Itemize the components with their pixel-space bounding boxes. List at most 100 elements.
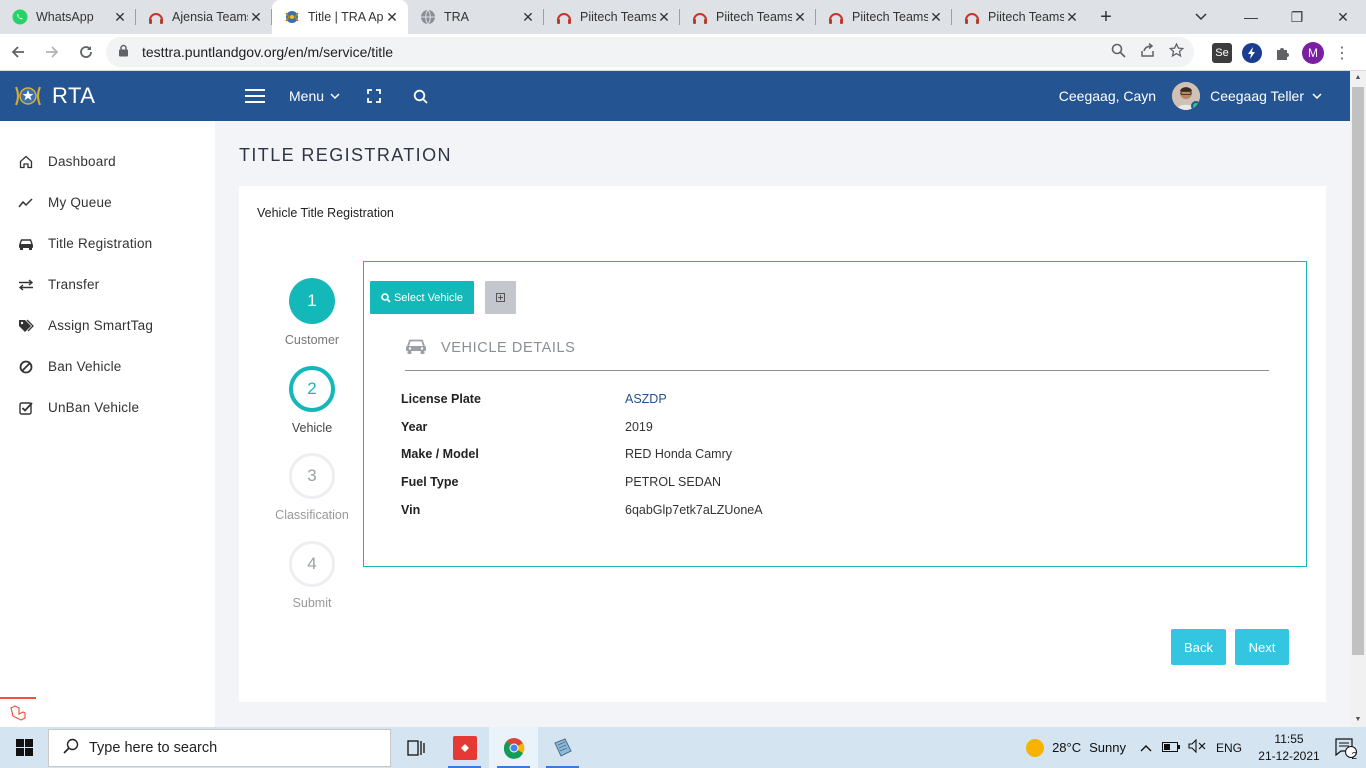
- teams-headset-icon: [964, 9, 980, 25]
- sidebar-item-label: Assign SmartTag: [48, 318, 154, 333]
- detail-row-fuel-type: Fuel Type PETROL SEDAN: [401, 468, 921, 496]
- battery-icon[interactable]: [1161, 740, 1180, 755]
- share-icon[interactable]: [1140, 42, 1155, 61]
- sidebar-item-ban-vehicle[interactable]: Ban Vehicle: [0, 346, 215, 387]
- profile-avatar[interactable]: M: [1302, 41, 1324, 64]
- vehicle-details-header: VEHICLE DETAILS: [405, 338, 1269, 371]
- close-tab-icon[interactable]: ✕: [792, 9, 808, 26]
- add-vehicle-button[interactable]: [485, 281, 516, 314]
- detail-value: RED Honda Camry: [625, 447, 732, 462]
- sidebar-item-label: My Queue: [48, 195, 112, 210]
- hamburger-menu-icon[interactable]: [245, 85, 265, 107]
- weather-temp: 28°C: [1052, 740, 1082, 755]
- close-window-icon[interactable]: ✕: [1320, 0, 1366, 34]
- check-square-icon: [18, 400, 34, 416]
- anydesk-taskbar-icon[interactable]: [440, 727, 489, 768]
- tab-search-chevron-icon[interactable]: [1186, 0, 1216, 34]
- menu-dropdown[interactable]: Menu: [289, 88, 340, 104]
- detail-row-year: Year 2019: [401, 413, 921, 441]
- search-icon[interactable]: [412, 88, 428, 104]
- weather-widget[interactable]: 28°C Sunny: [1026, 738, 1126, 757]
- teams-headset-icon: [692, 9, 708, 25]
- sidebar-item-dashboard[interactable]: Dashboard: [0, 141, 215, 182]
- step-label: Submit: [292, 596, 332, 610]
- sidebar-item-label: Dashboard: [48, 154, 116, 169]
- browser-toolbar: testtra.puntlandgov.org/en/m/service/tit…: [0, 34, 1366, 71]
- extension-bolt-icon[interactable]: [1242, 42, 1262, 63]
- trend-line-icon: [18, 195, 34, 211]
- online-status-dot: [1191, 101, 1201, 110]
- close-tab-icon[interactable]: ✕: [1064, 9, 1080, 26]
- vehicle-panel: Select Vehicle VEHICLE DETAILS License P…: [363, 261, 1307, 567]
- sidebar-item-transfer[interactable]: Transfer: [0, 264, 215, 305]
- address-bar[interactable]: testtra.puntlandgov.org/en/m/service/tit…: [106, 37, 1194, 67]
- step-vehicle[interactable]: 2 Vehicle: [267, 366, 357, 435]
- volume-muted-icon[interactable]: [1188, 738, 1206, 756]
- chevron-down-icon[interactable]: [1312, 93, 1322, 99]
- sidebar-item-my-queue[interactable]: My Queue: [0, 182, 215, 223]
- main-content: TITLE REGISTRATION Vehicle Title Registr…: [215, 121, 1350, 727]
- close-tab-icon[interactable]: ✕: [248, 9, 264, 26]
- browser-tab-piitech-1[interactable]: Piitech Teams ✕: [544, 0, 680, 34]
- windows-start-icon[interactable]: [0, 727, 48, 768]
- notification-center-icon[interactable]: 2: [1326, 737, 1366, 762]
- notepad-taskbar-icon[interactable]: [538, 727, 587, 768]
- browser-tab-piitech-4[interactable]: Piitech Teams ✕: [952, 0, 1088, 34]
- close-tab-icon[interactable]: ✕: [520, 9, 536, 26]
- debugbar-icon[interactable]: [0, 697, 36, 727]
- sidebar-item-assign-smarttag[interactable]: Assign SmartTag: [0, 305, 215, 346]
- tab-title: Ajensia Teams: [172, 10, 248, 24]
- clock[interactable]: 11:55 21-12-2021: [1252, 731, 1326, 765]
- browser-tab-whatsapp[interactable]: WhatsApp ✕: [0, 0, 136, 34]
- restore-icon[interactable]: ❐: [1274, 0, 1320, 34]
- close-tab-icon[interactable]: ✕: [384, 9, 400, 26]
- fullscreen-icon[interactable]: [366, 88, 382, 104]
- scroll-down-arrow-icon[interactable]: ▼: [1350, 713, 1366, 727]
- car-icon: [18, 236, 34, 252]
- sidebar-item-title-registration[interactable]: Title Registration: [0, 223, 215, 264]
- browser-tab-piitech-2[interactable]: Piitech Teams ✕: [680, 0, 816, 34]
- section-title: VEHICLE DETAILS: [441, 340, 576, 356]
- browser-tab-ajensia[interactable]: Ajensia Teams ✕: [136, 0, 272, 34]
- back-arrow-icon[interactable]: [2, 36, 34, 68]
- select-vehicle-button[interactable]: Select Vehicle: [370, 281, 474, 314]
- close-tab-icon[interactable]: ✕: [656, 9, 672, 26]
- selenium-extension-icon[interactable]: Se: [1212, 42, 1232, 63]
- minimize-icon[interactable]: —: [1228, 0, 1274, 34]
- taskbar-search-box[interactable]: Type here to search: [48, 728, 391, 767]
- tab-title: Piitech Teams: [988, 10, 1064, 24]
- sidebar-item-label: Transfer: [48, 277, 100, 292]
- reload-icon[interactable]: [70, 36, 102, 68]
- browser-tab-tra[interactable]: TRA ✕: [408, 0, 544, 34]
- detail-value: 6qabGlp7etk7aLZUoneA: [625, 503, 763, 518]
- chevron-up-icon[interactable]: [1140, 740, 1152, 755]
- back-button[interactable]: Back: [1171, 629, 1226, 665]
- tab-title: TRA: [444, 10, 469, 24]
- scroll-up-arrow-icon[interactable]: ▲: [1350, 71, 1366, 85]
- detail-row-license-plate: License Plate ASZDP: [401, 385, 921, 413]
- sidebar-item-unban-vehicle[interactable]: UnBan Vehicle: [0, 387, 215, 428]
- forward-arrow-icon[interactable]: [36, 36, 68, 68]
- scrollbar-thumb[interactable]: [1352, 87, 1364, 655]
- browser-tab-piitech-3[interactable]: Piitech Teams ✕: [816, 0, 952, 34]
- bookmark-star-icon[interactable]: [1168, 42, 1185, 61]
- tags-icon: [18, 318, 34, 334]
- step-customer[interactable]: 1 Customer: [267, 278, 357, 347]
- brand[interactable]: RTA: [0, 83, 245, 109]
- more-menu-icon[interactable]: ⋮: [1334, 43, 1350, 63]
- new-tab-button[interactable]: +: [1088, 0, 1124, 34]
- browser-tab-tra-app[interactable]: Title | TRA App ✕: [272, 0, 408, 34]
- close-tab-icon[interactable]: ✕: [928, 9, 944, 26]
- next-button[interactable]: Next: [1235, 629, 1289, 665]
- chrome-taskbar-icon[interactable]: [489, 727, 538, 768]
- close-tab-icon[interactable]: ✕: [112, 9, 128, 26]
- task-view-icon[interactable]: [391, 727, 440, 768]
- lock-icon[interactable]: [118, 44, 132, 60]
- extensions-puzzle-icon[interactable]: [1272, 43, 1292, 63]
- language-indicator[interactable]: ENG: [1216, 741, 1242, 755]
- user-role[interactable]: Ceegaag Teller: [1210, 88, 1304, 104]
- clock-date: 21-12-2021: [1258, 748, 1320, 763]
- zoom-icon[interactable]: [1111, 43, 1126, 61]
- user-avatar[interactable]: [1172, 82, 1201, 110]
- page-scrollbar[interactable]: ▲ ▼: [1350, 71, 1366, 727]
